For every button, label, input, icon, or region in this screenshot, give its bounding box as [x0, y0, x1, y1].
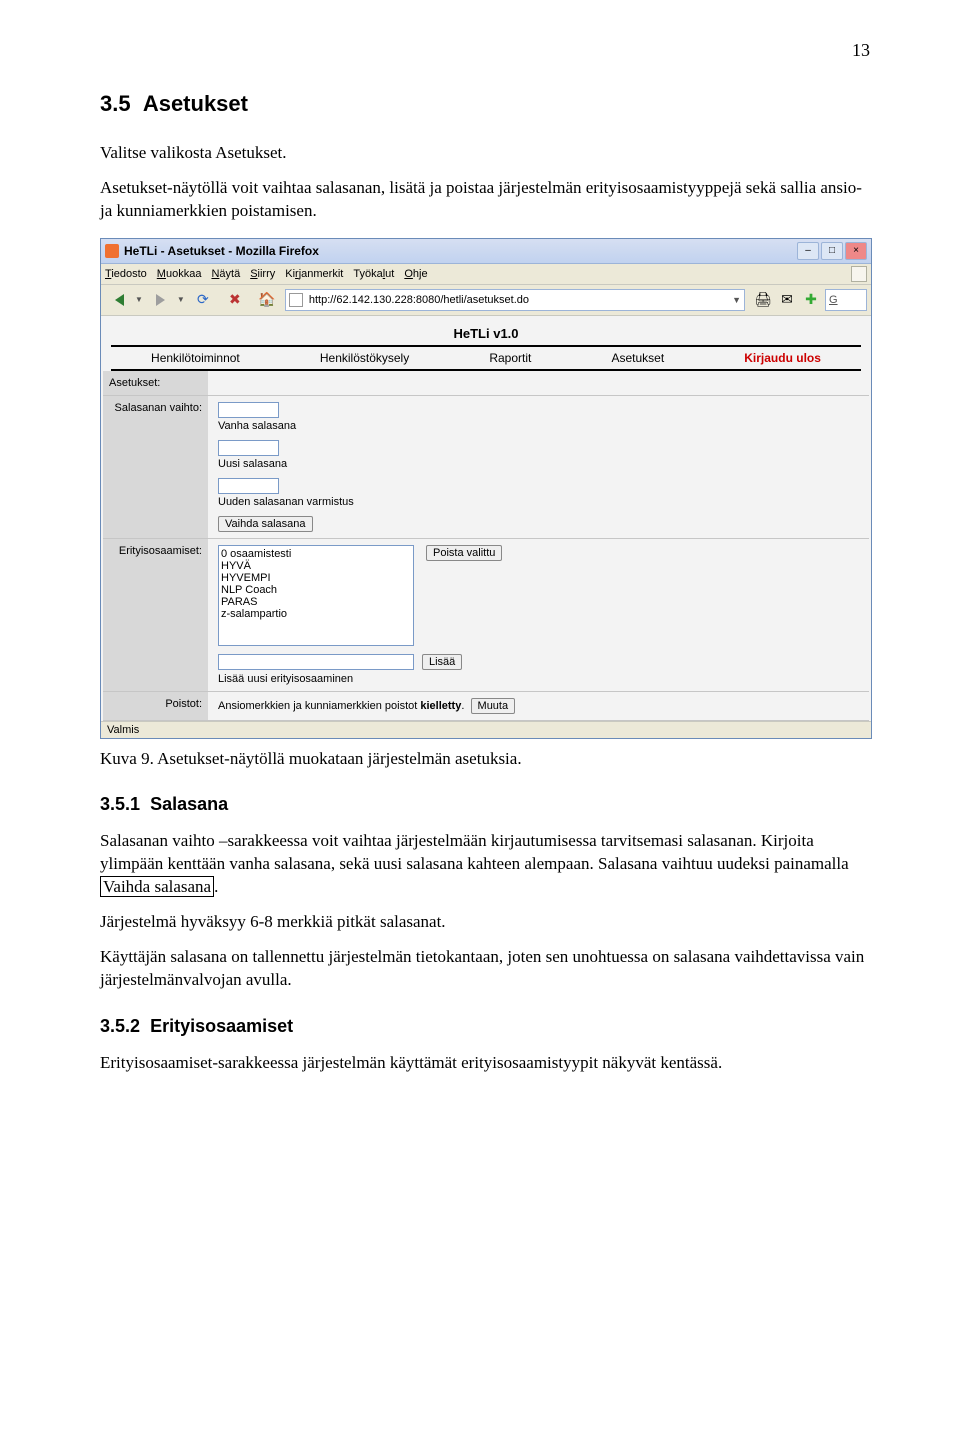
nav-henkilotoiminnot[interactable]: Henkilötoiminnot — [141, 351, 250, 365]
app-nav: Henkilötoiminnot Henkilöstökysely Raport… — [111, 347, 861, 371]
forward-button[interactable] — [147, 288, 175, 312]
subsection-2-title: Erityisosaamiset — [150, 1016, 293, 1036]
nav-asetukset[interactable]: Asetukset — [601, 351, 674, 365]
print-icon[interactable]: 🖨 — [753, 291, 773, 309]
stop-button[interactable]: ✖ — [221, 288, 249, 312]
removals-text: Ansiomerkkien ja kunniamerkkien poistot — [218, 700, 420, 712]
sub2-paragraph-1: Erityisosaamiset-sarakkeessa järjestelmä… — [100, 1052, 870, 1075]
intro-paragraph-1: Valitse valikosta Asetukset. — [100, 142, 870, 165]
page-icon — [289, 293, 303, 307]
firefox-icon — [105, 244, 119, 258]
sub1-p1-text-b: . — [214, 877, 218, 896]
sub1-paragraph-1: Salasanan vaihto –sarakkeessa voit vaiht… — [100, 830, 870, 899]
menu-kirjanmerkit[interactable]: Kirjanmerkit — [285, 268, 343, 280]
remove-selected-button[interactable]: Poista valittu — [426, 545, 502, 561]
page-content: HeTLi v1.0 Henkilötoiminnot Henkilöstöky… — [101, 316, 871, 721]
boxed-button-label: Vaihda salasana — [100, 876, 214, 897]
back-button[interactable] — [105, 288, 133, 312]
add-skill-label: Lisää uusi erityisosaaminen — [218, 673, 859, 685]
settings-heading: Asetukset: — [103, 371, 208, 396]
menu-ohje[interactable]: Ohje — [404, 268, 427, 280]
app-version-header: HeTLi v1.0 — [111, 318, 861, 347]
list-item[interactable]: PARAS — [221, 596, 411, 608]
extension-icons: 🖨 ✉ ✚ — [753, 291, 821, 309]
confirm-password-label: Uuden salasanan varmistus — [218, 496, 859, 508]
page-number: 13 — [100, 40, 870, 61]
window-controls: – □ × — [797, 242, 867, 260]
change-password-button[interactable]: Vaihda salasana — [218, 516, 313, 532]
nav-raportit[interactable]: Raportit — [479, 351, 541, 365]
home-button[interactable]: 🏠 — [253, 288, 281, 312]
back-menu-chevron[interactable]: ▼ — [135, 295, 143, 304]
browser-toolbar: ▼ ▼ ⟳ ✖ 🏠 ▼ 🖨 ✉ ✚ G — [101, 285, 871, 316]
browser-window: HeTLi - Asetukset - Mozilla Firefox – □ … — [100, 238, 872, 739]
section-number: 3.5 — [100, 91, 131, 116]
subsection-2-heading: 3.5.2 Erityisosaamiset — [100, 1016, 870, 1037]
subsection-1-title: Salasana — [150, 794, 228, 814]
minimize-button[interactable]: – — [797, 242, 819, 260]
add-skill-button[interactable]: Lisää — [422, 654, 462, 670]
search-engine-icon: G — [829, 294, 838, 306]
skills-listbox[interactable]: 0 osaamistesti HYVÄ HYVEMPI NLP Coach PA… — [218, 545, 414, 646]
add-skill-field[interactable] — [218, 654, 414, 670]
skills-section-label: Erityisosaamiset: — [103, 539, 208, 692]
removals-text-end: . — [461, 700, 464, 712]
address-bar[interactable]: ▼ — [285, 289, 745, 311]
removals-bold: kielletty — [420, 700, 461, 712]
new-password-label: Uusi salasana — [218, 458, 859, 470]
password-section-label: Salasanan vaihto: — [103, 396, 208, 539]
browser-titlebar: HeTLi - Asetukset - Mozilla Firefox – □ … — [101, 239, 871, 264]
close-button[interactable]: × — [845, 242, 867, 260]
old-password-field[interactable] — [218, 402, 279, 418]
list-item[interactable]: HYVEMPI — [221, 572, 411, 584]
password-section-body: Vanha salasana Uusi salasana Uuden salas… — [208, 396, 869, 539]
section-heading: 3.5 Asetukset — [100, 91, 870, 117]
intro-paragraph-2: Asetukset-näytöllä voit vaihtaa salasana… — [100, 177, 870, 223]
subsection-1-heading: 3.5.1 Salasana — [100, 794, 870, 815]
search-box[interactable]: G — [825, 289, 867, 311]
url-dropdown-icon[interactable]: ▼ — [732, 295, 741, 305]
window-title: HeTLi - Asetukset - Mozilla Firefox — [124, 244, 797, 258]
subsection-2-number: 3.5.2 — [100, 1016, 140, 1036]
menu-tyokalut[interactable]: Työkalut — [353, 268, 394, 280]
mail-icon[interactable]: ✉ — [777, 291, 797, 309]
list-item[interactable]: NLP Coach — [221, 584, 411, 596]
new-password-field[interactable] — [218, 440, 279, 456]
nav-logout[interactable]: Kirjaudu ulos — [734, 351, 831, 365]
removals-section-label: Poistot: — [103, 692, 208, 721]
list-item[interactable]: HYVÄ — [221, 560, 411, 572]
reload-button[interactable]: ⟳ — [189, 288, 217, 312]
browser-statusbar: Valmis — [101, 721, 871, 738]
sub1-p1-text-a: Salasanan vaihto –sarakkeessa voit vaiht… — [100, 831, 849, 873]
old-password-label: Vanha salasana — [218, 420, 859, 432]
settings-grid: Asetukset: Salasanan vaihto: Vanha salas… — [103, 371, 869, 721]
menu-muokkaa[interactable]: Muokkaa — [157, 268, 202, 280]
figure-caption: Kuva 9. Asetukset-näytöllä muokataan jär… — [100, 749, 870, 769]
subsection-1-number: 3.5.1 — [100, 794, 140, 814]
confirm-password-field[interactable] — [218, 478, 279, 494]
sub1-paragraph-2: Järjestelmä hyväksyy 6-8 merkkiä pitkät … — [100, 911, 870, 934]
browser-menubar: Tiedosto Muokkaa Näytä Siirry Kirjanmerk… — [101, 264, 871, 285]
forward-menu-chevron[interactable]: ▼ — [177, 295, 185, 304]
sub1-paragraph-3: Käyttäjän salasana on tallennettu järjes… — [100, 946, 870, 992]
list-item[interactable]: 0 osaamistesti — [221, 548, 411, 560]
change-removals-button[interactable]: Muuta — [471, 698, 516, 714]
figure-screenshot: HeTLi - Asetukset - Mozilla Firefox – □ … — [100, 238, 870, 739]
list-item[interactable]: z-salampartio — [221, 608, 411, 620]
maximize-button[interactable]: □ — [821, 242, 843, 260]
section-title-text: Asetukset — [143, 91, 248, 116]
menu-nayta[interactable]: Näytä — [211, 268, 240, 280]
menu-tiedosto[interactable]: Tiedosto — [105, 268, 147, 280]
nav-henkilostokysely[interactable]: Henkilöstökysely — [310, 351, 419, 365]
removals-section-body: Ansiomerkkien ja kunniamerkkien poistot … — [208, 692, 869, 721]
skills-section-body: 0 osaamistesti HYVÄ HYVEMPI NLP Coach PA… — [208, 539, 869, 692]
add-icon[interactable]: ✚ — [801, 291, 821, 309]
menu-siirry[interactable]: Siirry — [250, 268, 275, 280]
tab-close-icon[interactable] — [851, 266, 867, 282]
url-input[interactable] — [307, 293, 728, 307]
